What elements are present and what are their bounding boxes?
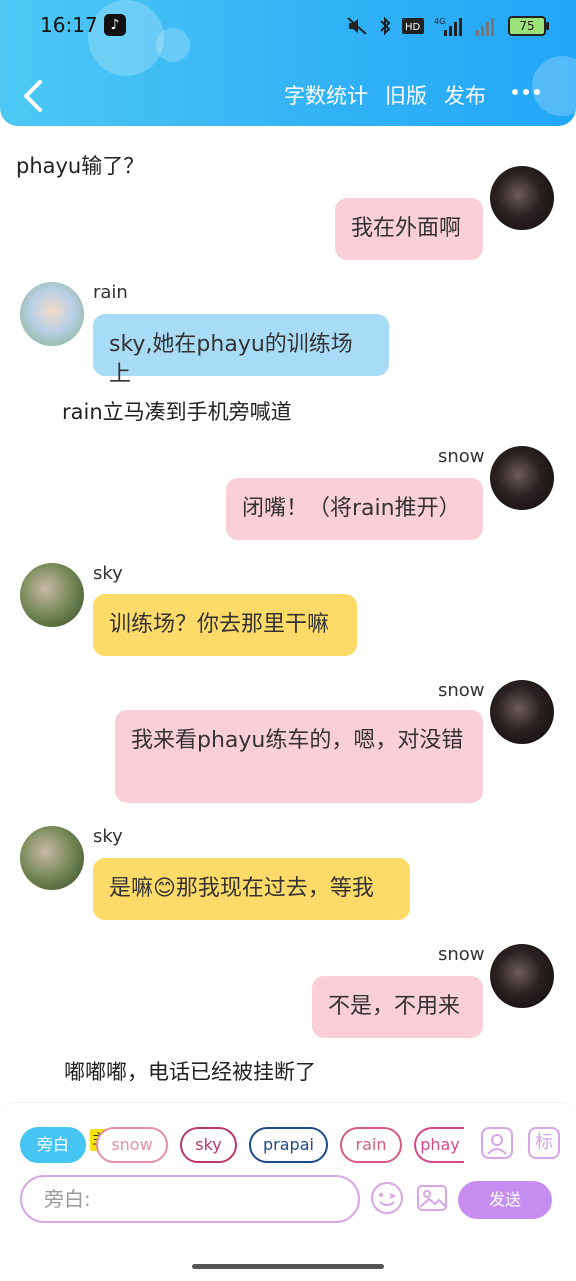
avatar[interactable] (490, 446, 554, 510)
message-bubble[interactable]: sky,她在phayu的训练场上 (93, 314, 389, 387)
input-panel: 旁白 主 snow sky prapai rain phay 标 发送 (0, 1102, 576, 1281)
svg-text:HD: HD (405, 22, 421, 33)
battery-icon: 75 (508, 16, 549, 36)
back-icon[interactable] (20, 78, 50, 114)
role-chip-prapai[interactable]: prapai (249, 1127, 328, 1163)
status-icons: HD 4G 75 (346, 14, 549, 38)
tag-icon[interactable]: 标 (528, 1127, 560, 1159)
tiktok-icon: ♪ (104, 14, 126, 36)
mute-icon (347, 17, 367, 35)
signal-4g-icon: 4G (434, 17, 462, 36)
bluetooth-icon (380, 16, 391, 36)
message-bubble[interactable]: 我来看phayu练车的，嗯，对没错 (115, 710, 483, 803)
message-bubble[interactable]: 我在外面啊 (335, 198, 483, 260)
status-time: 16:17 (40, 13, 98, 37)
header-actions: 字数统计 旧版 发布 (284, 80, 486, 112)
send-button[interactable]: 发送 (458, 1181, 552, 1219)
publish-button[interactable]: 发布 (444, 80, 486, 112)
more-icon[interactable] (512, 89, 540, 95)
sender-name: rain (93, 282, 128, 303)
sender-name: sky (93, 563, 123, 584)
narration-text: 嘟嘟嘟，电话已经被挂断了 (64, 1060, 316, 1084)
message-input[interactable] (20, 1175, 360, 1223)
emoji-icon[interactable] (370, 1181, 404, 1215)
decoration-bubble (156, 28, 190, 62)
role-manage-icon[interactable] (481, 1127, 513, 1159)
hd-icon: HD (402, 18, 424, 34)
narration-text: rain立马凑到手机旁喊道 (62, 400, 292, 424)
avatar[interactable] (20, 282, 84, 346)
decoration-bubble (532, 56, 576, 116)
decoration-bubble (88, 0, 164, 76)
sender-name: snow (438, 446, 485, 467)
role-chip-snow[interactable]: snow (96, 1127, 168, 1163)
role-chip-rain[interactable]: rain (340, 1127, 402, 1163)
avatar[interactable] (20, 826, 84, 890)
role-chip-narration[interactable]: 旁白 (20, 1127, 86, 1163)
header-bar: 16:17 ♪ HD 4G 75 字数统计 旧版 发布 (0, 0, 576, 126)
home-indicator[interactable] (192, 1264, 384, 1269)
avatar[interactable] (490, 944, 554, 1008)
message-bubble[interactable]: 闭嘴！（将rain推开） (226, 478, 483, 540)
message-bubble[interactable]: 是嘛😊那我现在过去，等我 (93, 858, 410, 920)
word-count-button[interactable]: 字数统计 (284, 80, 368, 112)
sender-name: sky (93, 826, 123, 847)
role-chip-phayu[interactable]: phay (414, 1127, 464, 1163)
avatar[interactable] (490, 680, 554, 744)
sender-name: snow (438, 680, 485, 701)
role-chip-sky[interactable]: sky (180, 1127, 237, 1163)
sender-name: snow (438, 944, 485, 965)
old-version-button[interactable]: 旧版 (385, 80, 427, 112)
narration-text: phayu输了？ (16, 154, 145, 178)
avatar[interactable] (490, 166, 554, 230)
svg-text:4G: 4G (434, 17, 445, 26)
signal-icon (476, 18, 494, 36)
avatar[interactable] (20, 563, 84, 627)
image-icon[interactable] (415, 1181, 449, 1215)
chat-area[interactable]: phayu输了？ 我在外面啊 rain sky,她在phayu的训练场上 rai… (0, 126, 576, 1104)
message-field[interactable] (42, 1186, 346, 1212)
message-bubble[interactable]: 不是，不用来 (312, 976, 483, 1038)
message-bubble[interactable]: 训练场？你去那里干嘛 (93, 594, 357, 656)
